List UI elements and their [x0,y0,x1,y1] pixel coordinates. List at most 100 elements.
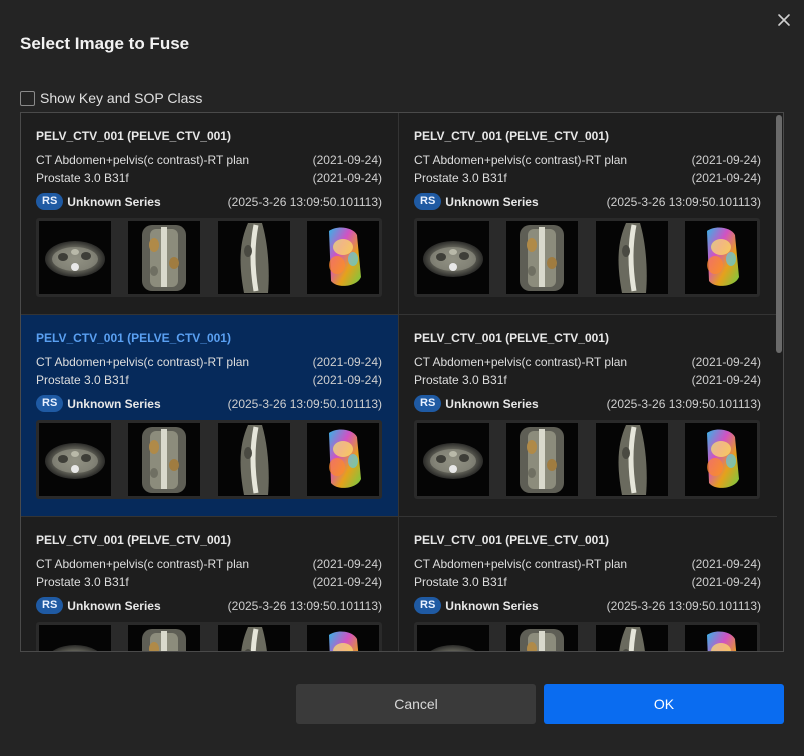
study-date: (2021-09-24) [691,153,761,167]
rs-line: RS Unknown Series (2025-3-26 13:09:50.10… [36,193,382,210]
close-icon [778,14,790,26]
thumbnail-strip [36,622,382,651]
patient-title: PELV_CTV_001 (PELVE_CTV_001) [414,129,609,143]
cancel-button[interactable]: Cancel [296,684,536,724]
rs-series-info: RS Unknown Series [414,193,539,210]
study-line: CT Abdomen+pelvis(c contrast)-RT plan (2… [414,557,761,571]
thumbnail-3d-render [306,221,379,294]
patient-title: PELV_CTV_001 (PELVE_CTV_001) [36,331,231,345]
thumbnail-coronal [128,221,201,294]
rs-series-info: RS Unknown Series [36,395,161,412]
study-line: CT Abdomen+pelvis(c contrast)-RT plan (2… [36,355,382,369]
series-description: Prostate 3.0 B31f [414,575,507,589]
thumbnail-axial [39,423,111,496]
image-list[interactable]: PELV_CTV_001 (PELVE_CTV_001) CT Abdomen+… [20,112,784,652]
rs-line: RS Unknown Series (2025-3-26 13:09:50.10… [36,597,382,614]
series-line: Prostate 3.0 B31f (2021-09-24) [414,171,761,185]
rs-series-info: RS Unknown Series [414,395,539,412]
card-row: PELV_CTV_001 (PELVE_CTV_001) CT Abdomen+… [21,315,777,517]
thumbnail-coronal [128,625,201,651]
thumbnail-sagittal [595,221,668,294]
rs-date: (2025-3-26 13:09:50.101113) [227,396,382,411]
rs-series-name: Unknown Series [445,598,539,613]
rs-series-name: Unknown Series [67,396,161,411]
series-description: Prostate 3.0 B31f [36,373,129,387]
series-line: Prostate 3.0 B31f (2021-09-24) [36,171,382,185]
thumbnail-strip [414,420,760,499]
patient-title: PELV_CTV_001 (PELVE_CTV_001) [414,533,609,547]
thumbnail-sagittal [595,625,668,651]
rs-line: RS Unknown Series (2025-3-26 13:09:50.10… [414,597,761,614]
study-date: (2021-09-24) [691,355,761,369]
card-row: PELV_CTV_001 (PELVE_CTV_001) CT Abdomen+… [21,113,777,315]
rs-date: (2025-3-26 13:09:50.101113) [606,396,761,411]
image-card[interactable]: PELV_CTV_001 (PELVE_CTV_001) CT Abdomen+… [399,113,777,314]
series-date: (2021-09-24) [691,171,761,185]
thumbnail-axial [417,221,489,294]
rs-line: RS Unknown Series (2025-3-26 13:09:50.10… [414,193,761,210]
thumbnail-sagittal [595,423,668,496]
series-description: Prostate 3.0 B31f [36,171,129,185]
series-line: Prostate 3.0 B31f (2021-09-24) [36,575,382,589]
series-date: (2021-09-24) [312,575,382,589]
study-date: (2021-09-24) [312,557,382,571]
scrollbar-thumb[interactable] [776,115,782,353]
rs-badge: RS [414,597,442,614]
thumbnail-3d-render [306,423,379,496]
close-button[interactable] [774,10,794,30]
rs-series-info: RS Unknown Series [414,597,539,614]
series-description: Prostate 3.0 B31f [414,373,507,387]
show-key-checkbox[interactable] [20,90,35,106]
patient-title: PELV_CTV_001 (PELVE_CTV_001) [36,533,231,547]
thumbnail-strip [36,218,382,297]
thumbnail-sagittal [217,221,290,294]
series-date: (2021-09-24) [312,171,382,185]
study-line: CT Abdomen+pelvis(c contrast)-RT plan (2… [414,153,761,167]
thumbnail-axial [417,625,489,651]
rs-line: RS Unknown Series (2025-3-26 13:09:50.10… [36,395,382,412]
study-date: (2021-09-24) [312,355,382,369]
image-card[interactable]: PELV_CTV_001 (PELVE_CTV_001) CT Abdomen+… [21,517,399,651]
study-date: (2021-09-24) [691,557,761,571]
image-card[interactable]: PELV_CTV_001 (PELVE_CTV_001) CT Abdomen+… [21,315,399,516]
patient-title: PELV_CTV_001 (PELVE_CTV_001) [36,129,231,143]
series-date: (2021-09-24) [691,575,761,589]
series-date: (2021-09-24) [691,373,761,387]
thumbnail-coronal [506,423,579,496]
image-card[interactable]: PELV_CTV_001 (PELVE_CTV_001) CT Abdomen+… [399,517,777,651]
series-date: (2021-09-24) [312,373,382,387]
rs-line: RS Unknown Series (2025-3-26 13:09:50.10… [414,395,761,412]
rs-badge: RS [36,395,64,412]
ok-button[interactable]: OK [544,684,784,724]
thumbnail-coronal [506,221,579,294]
card-row: PELV_CTV_001 (PELVE_CTV_001) CT Abdomen+… [21,517,777,651]
series-description: Prostate 3.0 B31f [36,575,129,589]
thumbnail-coronal [128,423,201,496]
study-date: (2021-09-24) [312,153,382,167]
study-line: CT Abdomen+pelvis(c contrast)-RT plan (2… [36,153,382,167]
thumbnail-3d-render [684,423,757,496]
series-line: Prostate 3.0 B31f (2021-09-24) [414,373,761,387]
show-key-label: Show Key and SOP Class [40,90,203,106]
rs-date: (2025-3-26 13:09:50.101113) [227,598,382,613]
thumbnail-sagittal [217,625,290,651]
study-line: CT Abdomen+pelvis(c contrast)-RT plan (2… [414,355,761,369]
list-scrollbar[interactable] [775,113,783,651]
thumbnail-coronal [506,625,579,651]
thumbnail-strip [36,420,382,499]
rs-series-name: Unknown Series [67,598,161,613]
study-description: CT Abdomen+pelvis(c contrast)-RT plan [414,355,628,369]
show-key-checkbox-row[interactable]: Show Key and SOP Class [20,89,202,107]
thumbnail-3d-render [684,625,757,651]
rs-series-name: Unknown Series [445,194,539,209]
image-card[interactable]: PELV_CTV_001 (PELVE_CTV_001) CT Abdomen+… [21,113,399,314]
thumbnail-axial [39,221,111,294]
image-card[interactable]: PELV_CTV_001 (PELVE_CTV_001) CT Abdomen+… [399,315,777,516]
series-line: Prostate 3.0 B31f (2021-09-24) [414,575,761,589]
rs-series-info: RS Unknown Series [36,193,161,210]
thumbnail-axial [417,423,489,496]
series-line: Prostate 3.0 B31f (2021-09-24) [36,373,382,387]
rs-series-name: Unknown Series [67,194,161,209]
study-description: CT Abdomen+pelvis(c contrast)-RT plan [36,355,250,369]
rs-date: (2025-3-26 13:09:50.101113) [606,194,761,209]
